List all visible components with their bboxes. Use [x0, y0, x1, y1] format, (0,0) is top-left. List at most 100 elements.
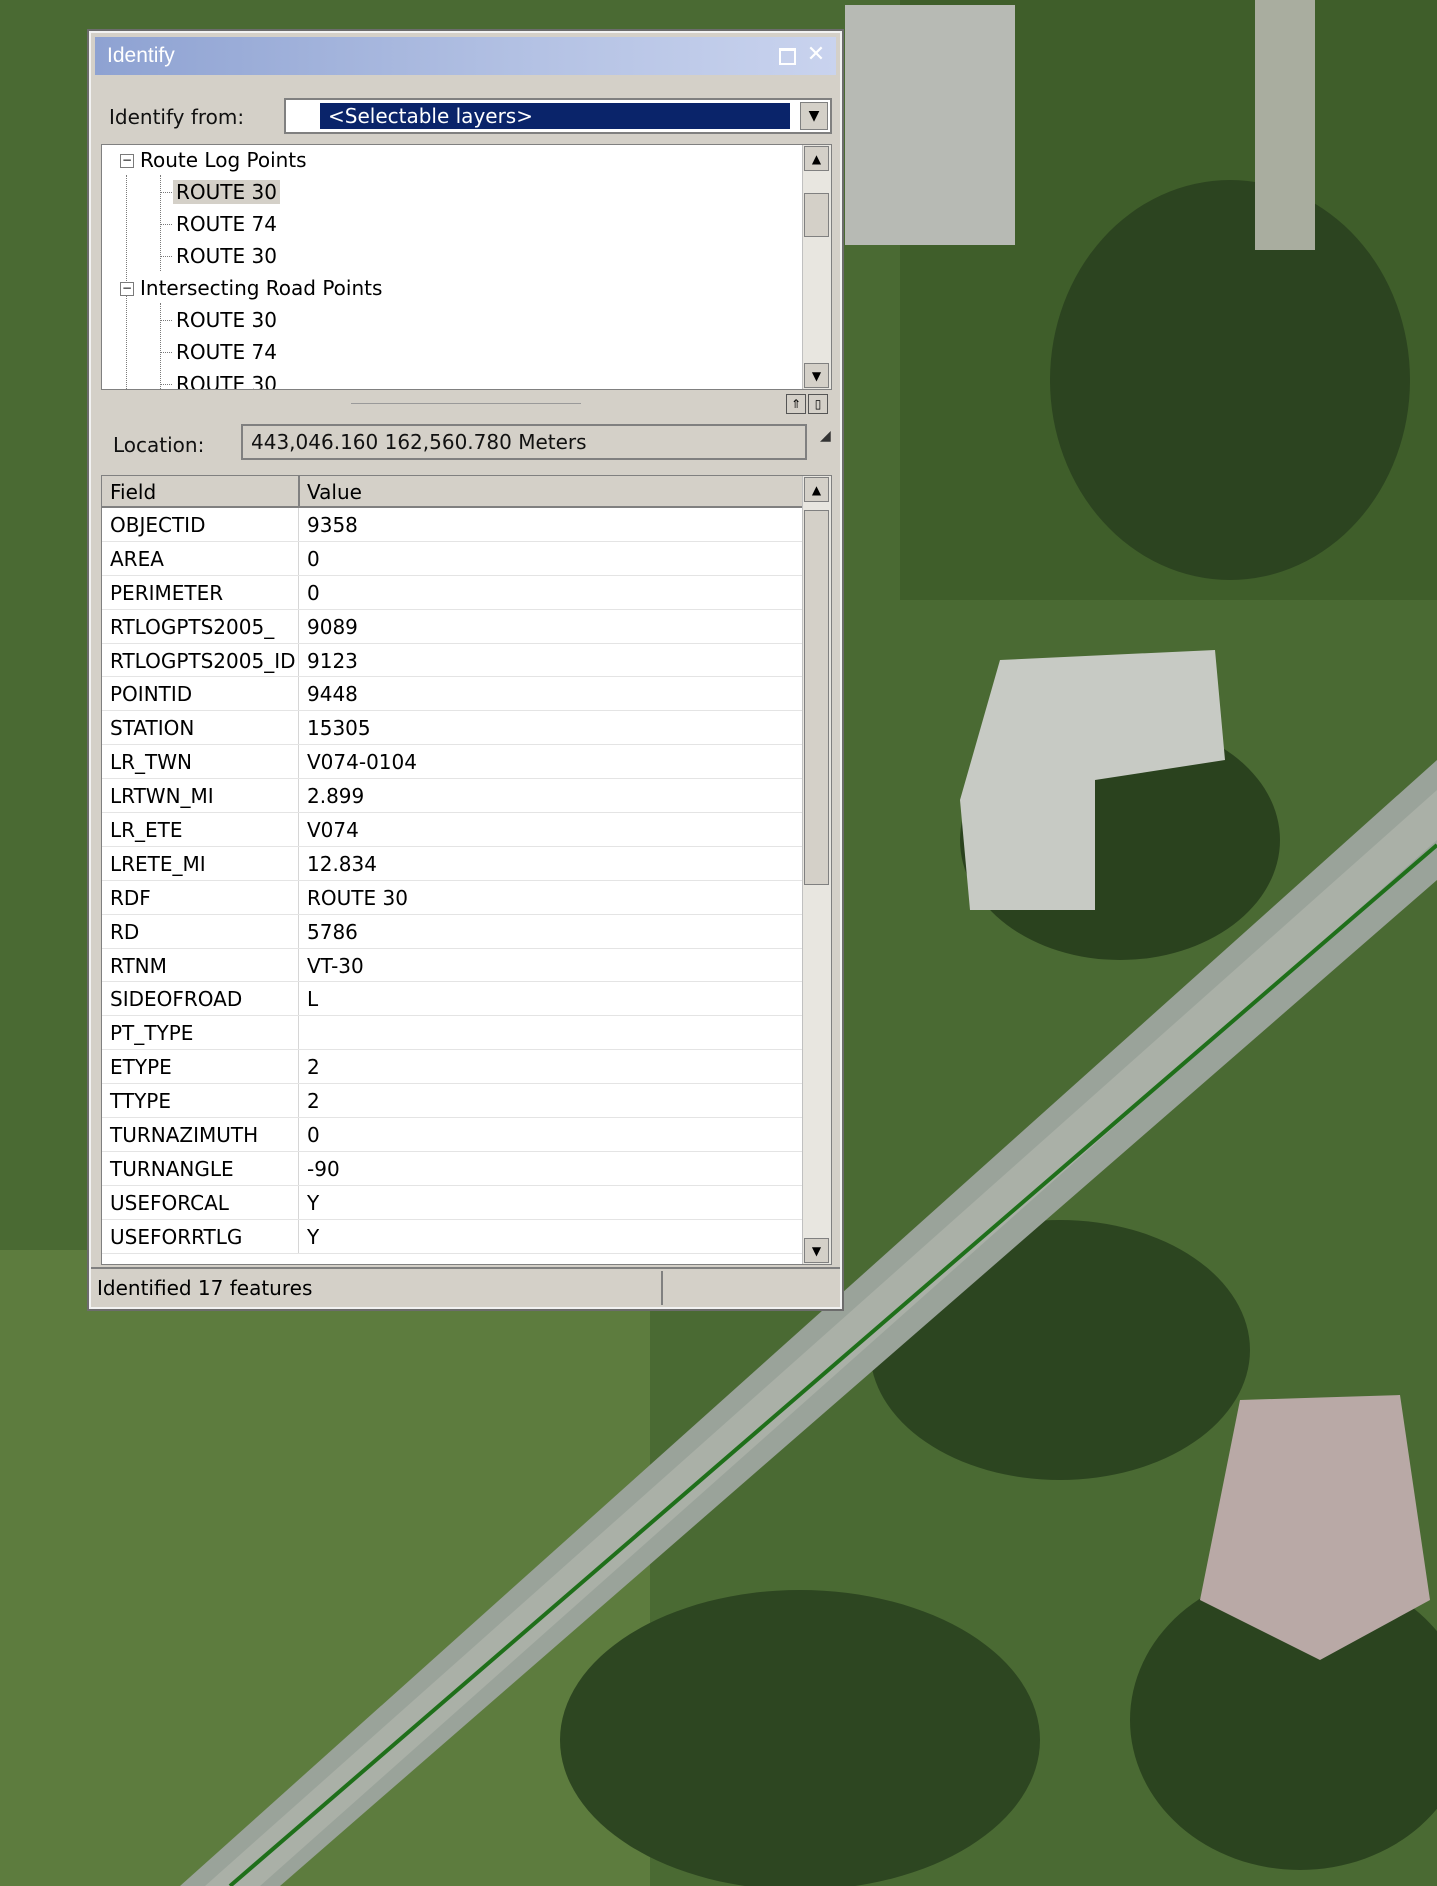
- field-value: Y: [307, 1190, 320, 1215]
- field-value: -90: [307, 1156, 340, 1181]
- chevron-down-icon[interactable]: ▼: [800, 102, 828, 130]
- tree-group-route-log-points[interactable]: Route Log Points: [140, 148, 307, 172]
- cell-separator: [298, 541, 299, 575]
- field-value: 5786: [307, 919, 358, 944]
- table-row[interactable]: LR_TWN V074-0104: [102, 745, 802, 780]
- table-row[interactable]: AREA 0: [102, 541, 802, 576]
- tree-item-route-30[interactable]: ROUTE 30: [176, 372, 277, 389]
- field-name: TURNANGLE: [110, 1156, 234, 1181]
- field-value: 9123: [307, 648, 358, 673]
- resize-corner-icon[interactable]: ◢: [820, 428, 831, 444]
- cell-separator: [298, 677, 299, 711]
- tree-scroll-thumb[interactable]: [804, 193, 829, 237]
- field-name: PERIMETER: [110, 580, 224, 605]
- field-value: 9448: [307, 682, 358, 707]
- identify-window: Identify ✕ Identify from: <Selectable la…: [89, 31, 842, 1309]
- table-row[interactable]: USEFORCAL Y: [102, 1185, 802, 1220]
- field-value: 2: [307, 1055, 320, 1080]
- table-row[interactable]: RTNM VT-30: [102, 948, 802, 983]
- title-bar[interactable]: Identify ✕: [95, 37, 836, 75]
- cell-separator: [298, 948, 299, 982]
- field-name: RTLOGPTS2005_ID: [110, 648, 296, 673]
- table-row[interactable]: STATION 15305: [102, 711, 802, 746]
- table-row[interactable]: TTYPE 2: [102, 1084, 802, 1119]
- grid-scrollbar[interactable]: ▲ ▼: [802, 476, 831, 1264]
- field-name: RTLOGPTS2005_: [110, 614, 275, 639]
- tree-item-route-30[interactable]: ROUTE 30: [176, 308, 277, 332]
- layout-toggle-icon[interactable]: ▯: [808, 394, 828, 414]
- table-row[interactable]: ETYPE 2: [102, 1050, 802, 1085]
- up-arrow-icon[interactable]: ▲: [804, 477, 829, 502]
- field-name: LR_TWN: [110, 750, 192, 775]
- down-arrow-icon[interactable]: ▼: [804, 1238, 829, 1263]
- field-name: POINTID: [110, 682, 193, 707]
- results-tree: − Route Log Points ROUTE 30 ROUTE 74 ROU…: [101, 144, 832, 390]
- table-row[interactable]: USEFORRTLG Y: [102, 1219, 802, 1254]
- table-row[interactable]: RDF ROUTE 30: [102, 880, 802, 915]
- field-name: TURNAZIMUTH: [110, 1123, 259, 1148]
- cell-separator: [298, 846, 299, 880]
- close-icon[interactable]: ✕: [804, 44, 828, 66]
- tree-group-intersecting-road-points[interactable]: Intersecting Road Points: [140, 276, 382, 300]
- field-name: PT_TYPE: [110, 1021, 194, 1046]
- pane-splitter[interactable]: ⇑ ▯: [101, 393, 832, 415]
- grid-scroll-thumb[interactable]: [804, 510, 829, 885]
- location-field[interactable]: 443,046.160 162,560.780 Meters: [241, 424, 807, 460]
- tree-item-route-74[interactable]: ROUTE 74: [176, 212, 277, 236]
- field-name: ETYPE: [110, 1055, 172, 1080]
- field-name: AREA: [110, 546, 164, 571]
- table-row[interactable]: RTLOGPTS2005_ID 9123: [102, 643, 802, 678]
- cell-separator: [298, 575, 299, 609]
- field-name: STATION: [110, 716, 195, 741]
- field-name: RDF: [110, 885, 151, 910]
- identify-from-select[interactable]: <Selectable layers> ▼: [284, 98, 832, 134]
- column-separator[interactable]: [298, 476, 300, 508]
- up-arrow-icon[interactable]: ▲: [804, 146, 829, 171]
- field-name: SIDEOFROAD: [110, 987, 243, 1012]
- column-header-value[interactable]: Value: [307, 480, 362, 504]
- field-name: LRETE_MI: [110, 851, 206, 876]
- cell-separator: [298, 1219, 299, 1253]
- field-value: Y: [307, 1224, 320, 1249]
- field-value: 0: [307, 580, 320, 605]
- maximize-icon[interactable]: [774, 44, 798, 66]
- tree-item-route-30-selected[interactable]: ROUTE 30: [173, 180, 280, 204]
- splitter-grip: [351, 403, 581, 404]
- minus-box-icon[interactable]: −: [120, 282, 134, 296]
- tree-line: [160, 303, 161, 389]
- table-row[interactable]: POINTID 9448: [102, 677, 802, 712]
- table-row[interactable]: TURNAZIMUTH 0: [102, 1118, 802, 1152]
- tree-item-route-30[interactable]: ROUTE 30: [176, 244, 277, 268]
- table-row[interactable]: LRTWN_MI 2.899: [102, 779, 802, 814]
- tree-item-route-74[interactable]: ROUTE 74: [176, 340, 277, 364]
- tree-scrollbar[interactable]: ▲ ▼: [802, 145, 831, 389]
- table-row[interactable]: RTLOGPTS2005_ 9089: [102, 609, 802, 644]
- minus-box-icon[interactable]: −: [120, 154, 134, 168]
- table-row[interactable]: LRETE_MI 12.834: [102, 846, 802, 881]
- field-name: RTNM: [110, 953, 167, 978]
- cell-separator: [298, 914, 299, 948]
- cell-separator: [298, 1016, 299, 1050]
- tree-line: [160, 384, 172, 385]
- status-text: Identified 17 features: [97, 1276, 313, 1300]
- collapse-up-icon[interactable]: ⇑: [786, 394, 806, 414]
- tree-line: [160, 192, 172, 193]
- field-value: 9089: [307, 614, 358, 639]
- table-row[interactable]: LR_ETE V074: [102, 813, 802, 847]
- field-value: 0: [307, 546, 320, 571]
- field-name: USEFORRTLG: [110, 1224, 243, 1249]
- table-row[interactable]: PT_TYPE: [102, 1016, 802, 1051]
- table-row[interactable]: PERIMETER 0: [102, 575, 802, 610]
- table-row[interactable]: OBJECTID 9358: [102, 508, 802, 542]
- down-arrow-icon[interactable]: ▼: [804, 363, 829, 388]
- attribute-grid: Field Value OBJECTID 9358 AREA 0 PERIMETER 0 R…: [101, 475, 832, 1265]
- table-row[interactable]: RD 5786: [102, 914, 802, 949]
- cell-separator: [298, 1118, 299, 1151]
- tree-line: [160, 320, 172, 321]
- grid-rows: OBJECTID 9358 AREA 0 PERIMETER 0 RTLOGPTS2005_…: [102, 508, 802, 1254]
- table-row[interactable]: SIDEOFROAD L: [102, 982, 802, 1017]
- tree-line: [160, 352, 172, 353]
- column-header-field[interactable]: Field: [110, 480, 156, 504]
- identify-from-value: <Selectable layers>: [320, 103, 790, 129]
- table-row[interactable]: TURNANGLE -90: [102, 1151, 802, 1186]
